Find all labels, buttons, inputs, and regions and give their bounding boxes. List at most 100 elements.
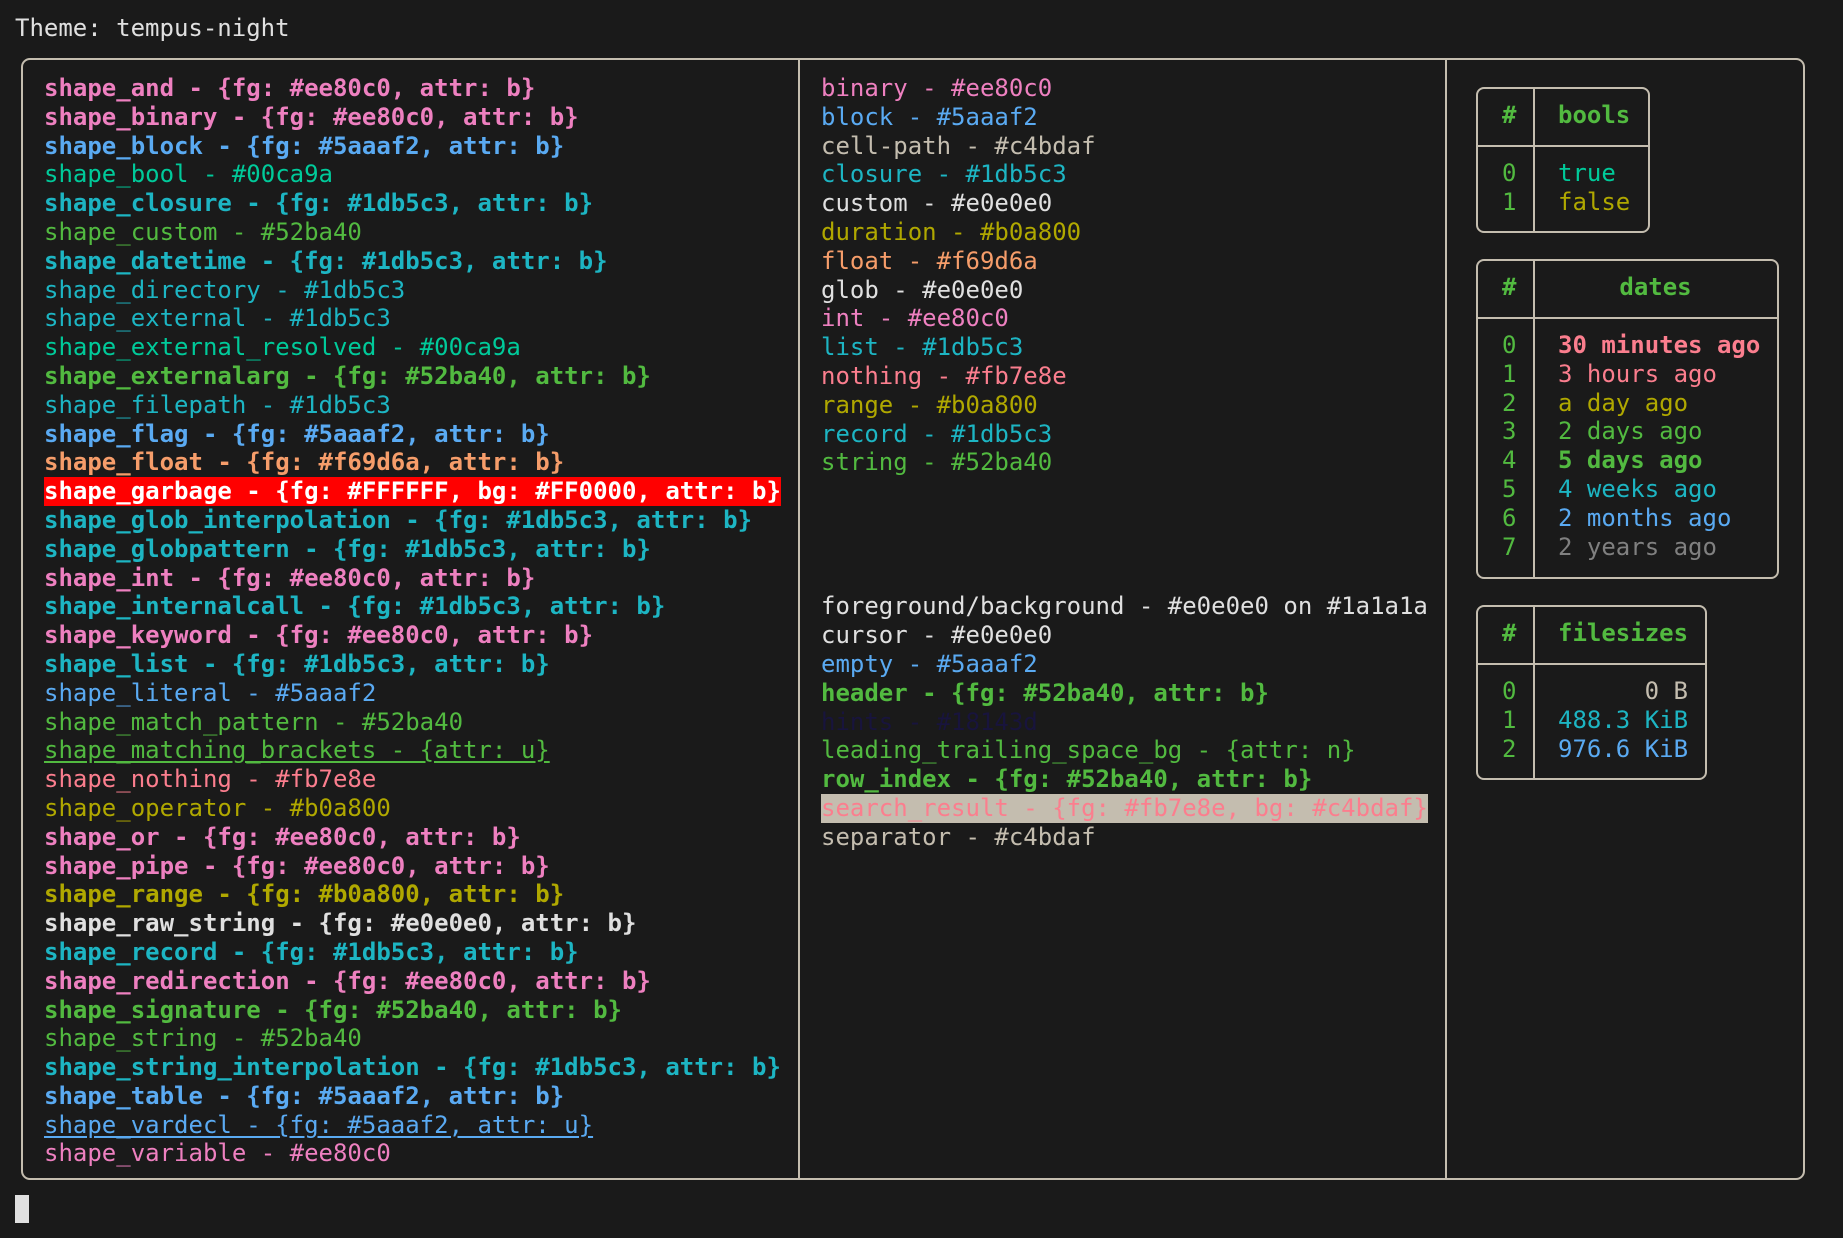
style-entry-text: shape_float - {fg: #f69d6a, attr: b}: [44, 448, 565, 477]
style-entry: [821, 506, 1428, 535]
style-entry-text: shape_operator - #b0a800: [44, 793, 391, 822]
style-entry-text: shape_globpattern - {fg: #1db5c3, attr: …: [44, 534, 651, 563]
style-entry: leading_trailing_space_bg - {attr: n}: [821, 736, 1428, 765]
style-entry-text: string - #52ba40: [821, 448, 1053, 477]
table-body: 0 30 minutes ago 1 3 hours ago 2 a day ago 3 2 …: [1478, 331, 1777, 561]
table-row: 5 4 weeks ago: [1478, 475, 1777, 504]
style-entry-text: shape_binary - {fg: #ee80c0, attr: b}: [44, 102, 579, 131]
style-entry-text: binary - #ee80c0: [821, 74, 1053, 102]
style-entry: shape_pipe - {fg: #ee80c0, attr: b}: [44, 852, 781, 881]
bools-table: # bools 0 true 1 false: [1476, 87, 1650, 233]
cell-value: a day ago: [1558, 388, 1689, 417]
table-row: 1 false: [1478, 188, 1648, 217]
row-index: 1: [1502, 705, 1517, 734]
style-entry-text: shape_keyword - {fg: #ee80c0, attr: b}: [44, 621, 594, 650]
style-entry: glob - #e0e0e0: [821, 276, 1428, 305]
style-entry: shape_float - {fg: #f69d6a, attr: b}: [44, 448, 781, 477]
cell-value: 3 hours ago: [1558, 359, 1717, 388]
cell-value: 2 months ago: [1558, 503, 1732, 532]
row-index: 7: [1502, 532, 1517, 561]
style-entry-text: shape_raw_string - {fg: #e0e0e0, attr: b…: [44, 909, 637, 938]
cell-value: 976.6 KiB: [1558, 734, 1689, 763]
row-index: 5: [1502, 474, 1517, 503]
shape-styles-column: shape_and - {fg: #ee80c0, attr: b} shape_…: [44, 74, 781, 1168]
dates-table: # dates 0 30 minutes ago 1 3 hours ago 2 a da…: [1476, 259, 1779, 579]
style-entry: cursor - #e0e0e0: [821, 621, 1428, 650]
style-entry-text: shape_variable - #ee80c0: [44, 1139, 391, 1168]
style-entry-text: shape_directory - #1db5c3: [44, 275, 406, 304]
style-entry: shape_garbage - {fg: #FFFFFF, bg: #FF000…: [44, 477, 781, 506]
style-entry-text: cursor - #e0e0e0: [821, 621, 1053, 650]
column-header-bools: bools: [1558, 101, 1631, 129]
style-entry: shape_bool - #00ca9a: [44, 160, 781, 189]
table-body: 0 true 1 false: [1478, 159, 1648, 217]
row-index: 2: [1502, 734, 1517, 763]
style-entry: header - {fg: #52ba40, attr: b}: [821, 679, 1428, 708]
cell-value: 2 years ago: [1558, 532, 1717, 561]
style-entry: shape_externalarg - {fg: #52ba40, attr: …: [44, 362, 781, 391]
style-entry-text: header - {fg: #52ba40, attr: b}: [821, 678, 1269, 707]
row-index: 4: [1502, 446, 1517, 475]
index-header: #: [1502, 101, 1517, 129]
table-row: 1 488.3 KiB: [1478, 706, 1705, 735]
style-entry: shape_external_resolved - #00ca9a: [44, 333, 781, 362]
cell-value: 4 weeks ago: [1558, 474, 1717, 503]
style-entry-text: float - #f69d6a: [821, 246, 1038, 275]
style-entry: shape_filepath - #1db5c3: [44, 391, 781, 420]
style-entry-text: custom - #e0e0e0: [821, 189, 1053, 218]
cell-value: 0 B: [1644, 677, 1688, 705]
column-separator: [798, 58, 800, 1180]
style-entry: record - #1db5c3: [821, 420, 1428, 449]
style-entry-text: nothing - #fb7e8e: [821, 361, 1067, 390]
style-entry-text: shape_external - #1db5c3: [44, 304, 391, 333]
cell-value: false: [1558, 187, 1631, 216]
column-header-filesizes: filesizes: [1558, 619, 1689, 647]
column-header-dates: dates: [1619, 273, 1692, 301]
type-colors-column: binary - #ee80c0 block - #5aaaf2 cell-path…: [821, 74, 1428, 852]
style-entry: shape_string_interpolation - {fg: #1db5c…: [44, 1053, 781, 1082]
style-entry: binary - #ee80c0: [821, 74, 1428, 103]
style-entry-text: cell-path - #c4bdaf: [821, 131, 1096, 160]
column-separator: [1445, 58, 1447, 1180]
style-entry-text: shape_nothing - #fb7e8e: [44, 765, 377, 794]
style-entry-text: shape_custom - #52ba40: [44, 217, 362, 246]
style-entry-text: int - #ee80c0: [821, 304, 1009, 333]
style-entry-text: shape_signature - {fg: #52ba40, attr: b}: [44, 995, 622, 1024]
style-entry: shape_nothing - #fb7e8e: [44, 765, 781, 794]
style-entry: row_index - {fg: #52ba40, attr: b}: [821, 765, 1428, 794]
style-entry: shape_string - #52ba40: [44, 1024, 781, 1053]
style-entry: hints - #18143d: [821, 708, 1428, 737]
style-entry: shape_directory - #1db5c3: [44, 276, 781, 305]
style-entry: shape_and - {fg: #ee80c0, attr: b}: [44, 74, 781, 103]
style-entry-text: shape_block - {fg: #5aaaf2, attr: b}: [44, 131, 565, 160]
style-entry-text: range - #b0a800: [821, 390, 1038, 419]
style-entry-text: shape_string_interpolation - {fg: #1db5c…: [44, 1053, 781, 1082]
style-entry-text: shape_garbage - {fg: #FFFFFF, bg: #FF000…: [44, 477, 781, 506]
style-entry: search_result - {fg: #fb7e8e, bg: #c4bda…: [821, 793, 1428, 823]
style-entry-text: shape_bool - #00ca9a: [44, 160, 333, 189]
style-entry-text: shape_glob_interpolation - {fg: #1db5c3,…: [44, 505, 753, 534]
style-entry-text: shape_record - {fg: #1db5c3, attr: b}: [44, 937, 579, 966]
style-entry-text: separator - #c4bdaf: [821, 822, 1096, 851]
style-entry: shape_vardecl - {fg: #5aaaf2, attr: u}: [44, 1111, 781, 1140]
style-entry: list - #1db5c3: [821, 333, 1428, 362]
style-entry-text: shape_int - {fg: #ee80c0, attr: b}: [44, 563, 536, 592]
style-entry: shape_variable - #ee80c0: [44, 1139, 781, 1168]
style-entry: shape_flag - {fg: #5aaaf2, attr: b}: [44, 420, 781, 449]
style-entry: shape_operator - #b0a800: [44, 794, 781, 823]
style-entry: separator - #c4bdaf: [821, 823, 1428, 852]
table-row: 7 2 years ago: [1478, 533, 1777, 562]
cell-value: 30 minutes ago: [1558, 331, 1761, 359]
style-entry: shape_table - {fg: #5aaaf2, attr: b}: [44, 1082, 781, 1111]
style-entry: float - #f69d6a: [821, 247, 1428, 276]
index-header: #: [1502, 619, 1517, 647]
table-row: 3 2 days ago: [1478, 417, 1777, 446]
style-entry: shape_int - {fg: #ee80c0, attr: b}: [44, 564, 781, 593]
style-entry: shape_match_pattern - #52ba40: [44, 708, 781, 737]
index-header: #: [1502, 273, 1517, 301]
style-entry-text: shape_range - {fg: #b0a800, attr: b}: [44, 880, 565, 909]
table-row: 0 0 B: [1478, 677, 1705, 706]
row-index: 0: [1502, 677, 1517, 705]
style-entry: shape_binary - {fg: #ee80c0, attr: b}: [44, 103, 781, 132]
style-entry-text: shape_internalcall - {fg: #1db5c3, attr:…: [44, 592, 666, 621]
